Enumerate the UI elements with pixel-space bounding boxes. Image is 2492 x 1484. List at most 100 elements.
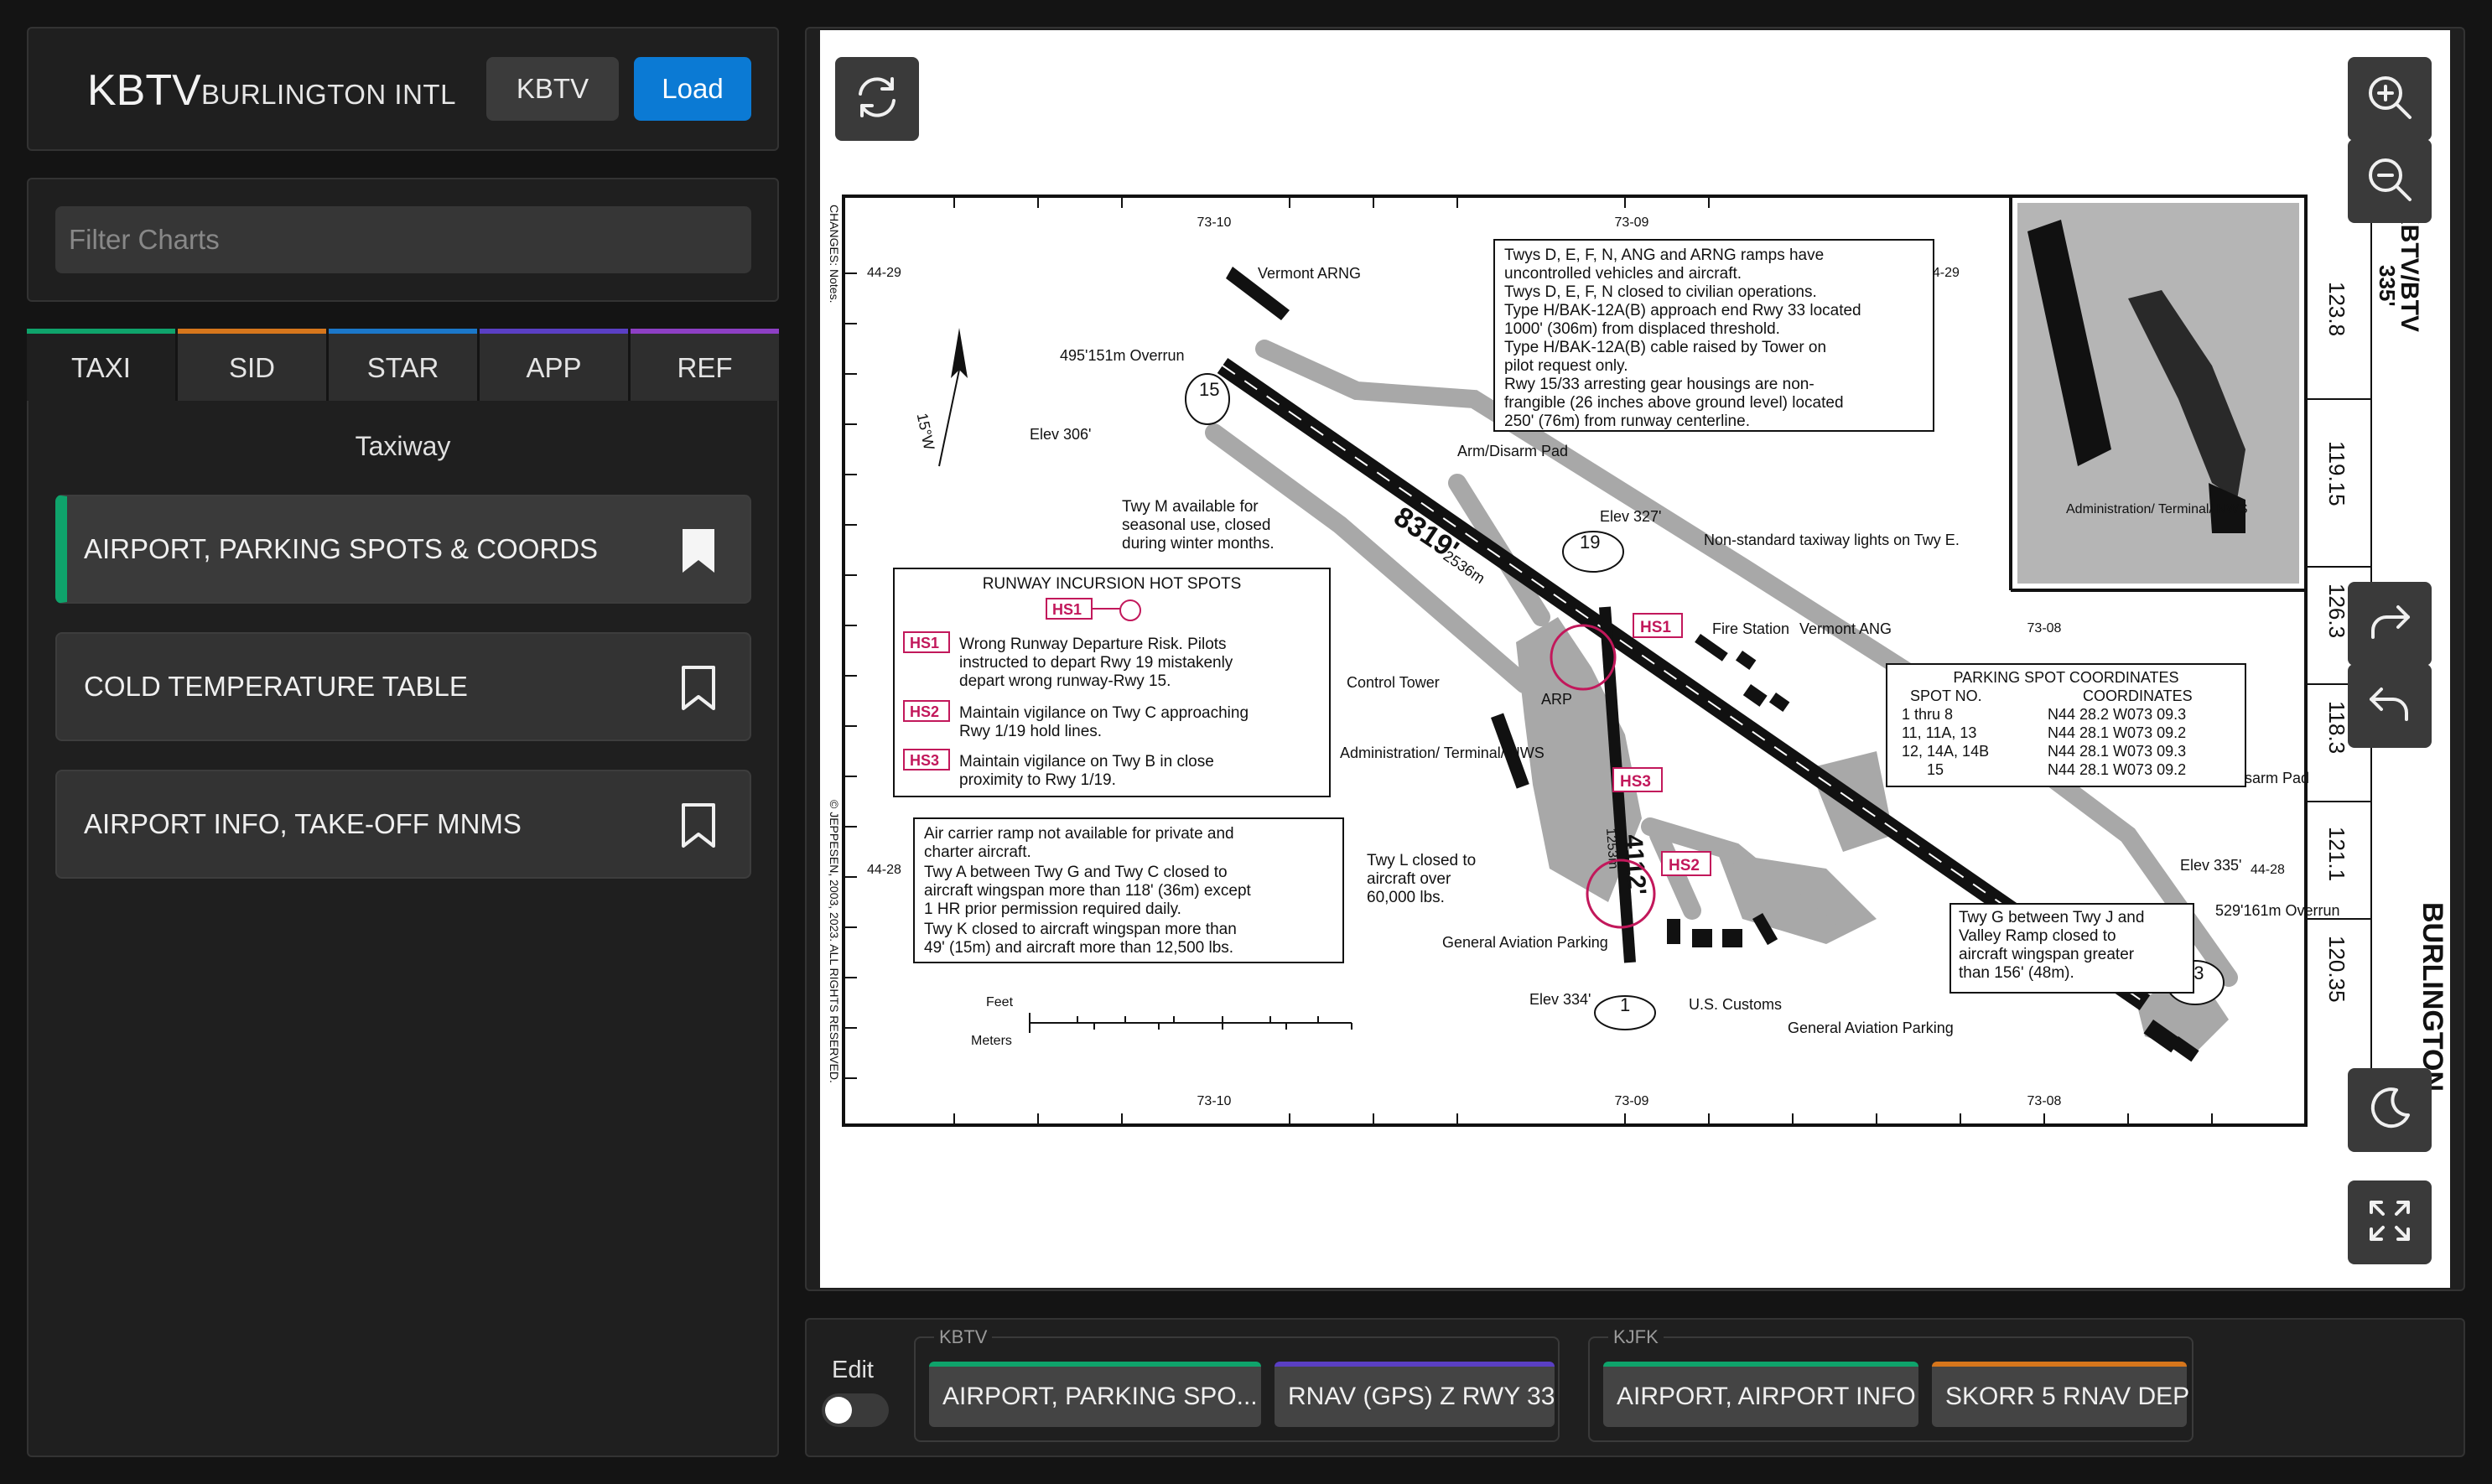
airport-code: KBTV	[87, 66, 201, 115]
freq-clearance: 119.15	[2324, 441, 2349, 506]
svg-text:instructed to depart Rwy 19 mi: instructed to depart Rwy 19 mistakenly	[959, 654, 1233, 672]
fullscreen-button[interactable]	[2348, 1180, 2432, 1264]
lat-label-bottom-right: 44-28	[2251, 863, 2285, 877]
tab-sid[interactable]: SID	[178, 329, 326, 402]
zoom-out-button[interactable]	[2348, 139, 2432, 223]
svg-text:HS1: HS1	[1052, 601, 1082, 618]
chart-item[interactable]: AIRPORT INFO, TAKE-OFF MNMS	[55, 770, 751, 879]
svg-text:proximity to Rwy 1/19.: proximity to Rwy 1/19.	[959, 771, 1116, 789]
toggle-knob	[825, 1397, 852, 1424]
favorite-chart-button[interactable]: AIRPORT, PARKING SPO...	[929, 1362, 1261, 1427]
vermont-ang: Vermont ANG	[1799, 620, 1892, 637]
bookmark-icon[interactable]	[679, 802, 718, 854]
filter-charts-input[interactable]	[55, 206, 751, 273]
svg-text:N44 28.1 W073 09.2: N44 28.1 W073 09.2	[2048, 724, 2186, 741]
undo-button[interactable]	[2348, 664, 2432, 748]
svg-text:Administration/ Terminal/ NWS: Administration/ Terminal/ NWS	[2066, 502, 2248, 516]
svg-text:N44 28.1 W073 09.2: N44 28.1 W073 09.2	[2048, 761, 2186, 778]
bookmark-icon[interactable]	[679, 664, 718, 717]
edit-label: Edit	[832, 1357, 874, 1383]
svg-text:60,000 lbs.: 60,000 lbs.	[1367, 889, 1445, 906]
svg-text:uncontrolled vehicles and airc: uncontrolled vehicles and aircraft.	[1504, 265, 1742, 283]
svg-text:HS1: HS1	[910, 635, 939, 651]
favorite-chart-button[interactable]: RNAV (GPS) Z RWY 33	[1275, 1362, 1555, 1427]
lon-label-mid-bottom: 73-09	[1615, 1094, 1649, 1108]
airport-header: KBTV BURLINGTON INTL KBTV Load	[27, 27, 779, 151]
edit-toggle[interactable]	[822, 1393, 889, 1427]
svg-text:Twy M available for: Twy M available for	[1122, 498, 1259, 516]
hotspots-title: RUNWAY INCURSION HOT SPOTS	[983, 575, 1242, 593]
group-airport-label: KBTV	[934, 1326, 993, 1348]
svg-text:11, 11A, 13: 11, 11A, 13	[1902, 724, 1976, 741]
lon-label-left: 73-10	[1197, 215, 1232, 230]
chart-item[interactable]: COLD TEMPERATURE TABLE	[55, 632, 751, 741]
tab-ref[interactable]: REF	[631, 329, 779, 402]
tab-app[interactable]: APP	[480, 329, 628, 402]
load-button[interactable]: Load	[634, 57, 751, 121]
hs3-tag: HS3	[1612, 767, 1663, 792]
zoom-in-button[interactable]	[2348, 57, 2432, 141]
redo-button[interactable]	[2348, 582, 2432, 666]
svg-text:HS3: HS3	[1620, 773, 1651, 791]
svg-text:HS3: HS3	[910, 752, 939, 769]
us-customs: U.S. Customs	[1689, 996, 1782, 1013]
svg-text:Rwy 1/19 hold lines.: Rwy 1/19 hold lines.	[959, 723, 1102, 740]
side-elev: 335'	[2375, 265, 2400, 307]
favorites-bar: Edit KBTV AIRPORT, PARKING SPO... RNAV (…	[805, 1318, 2465, 1457]
overrun-bottom: 529'161m Overrun	[2215, 902, 2340, 919]
chart-viewer: 73-10 73-09 73-10 73-09 73-08 73-08 44-2…	[805, 27, 2465, 1291]
svg-text:Twys D, E, F, N, ANG and ARNG: Twys D, E, F, N, ANG and ARNG ramps have	[1504, 246, 1824, 264]
zoom-in-icon	[2365, 72, 2415, 127]
group-airport-label: KJFK	[1608, 1326, 1664, 1348]
ga-parking-2: General Aviation Parking	[1442, 934, 1608, 951]
svg-text:PARKING SPOT COORDINATES: PARKING SPOT COORDINATES	[1953, 669, 2178, 686]
svg-text:1000' (306m) from displaced th: 1000' (306m) from displaced threshold.	[1504, 320, 1780, 338]
moon-icon	[2365, 1083, 2415, 1138]
nonstd-lights: Non-standard taxiway lights on Twy E.	[1704, 532, 1960, 548]
favorites-group-kbtv: KBTV AIRPORT, PARKING SPO... RNAV (GPS) …	[914, 1326, 1560, 1442]
bookmark-filled-icon[interactable]	[679, 527, 718, 579]
redo-icon	[2365, 597, 2415, 651]
svg-text:Wrong Runway Departure Risk. P: Wrong Runway Departure Risk. Pilots	[959, 636, 1227, 653]
hs2-tag: HS2	[1661, 851, 1711, 876]
tab-taxi[interactable]: TAXI	[27, 329, 175, 402]
svg-text:Type H/BAK-12A(B) approach end: Type H/BAK-12A(B) approach end Rwy 33 lo…	[1504, 302, 1861, 319]
airport-name: BURLINGTON INTL	[201, 79, 456, 110]
svg-text:Feet: Feet	[986, 995, 1014, 1009]
changes-text: CHANGES: Notes.	[828, 205, 841, 303]
svg-text:HS1: HS1	[1640, 619, 1671, 636]
svg-text:250' (76m) from runway centerl: 250' (76m) from runway centerline.	[1504, 413, 1750, 430]
elev-327: Elev 327'	[1600, 508, 1662, 525]
scale-bar: Feet Meters	[971, 995, 1352, 1048]
svg-text:Meters: Meters	[971, 1034, 1012, 1048]
chart-item[interactable]: AIRPORT, PARKING SPOTS & COORDS	[55, 495, 751, 604]
icao-button[interactable]: KBTV	[486, 57, 619, 121]
refresh-button[interactable]	[835, 57, 919, 141]
svg-text:charter aircraft.: charter aircraft.	[924, 843, 1031, 861]
svg-text:15: 15	[1927, 761, 1944, 778]
refresh-icon	[854, 74, 901, 125]
lon-label-mid: 73-09	[1615, 215, 1649, 230]
svg-text:seasonal use, closed: seasonal use, closed	[1122, 516, 1270, 534]
control-tower: Control Tower	[1347, 674, 1440, 691]
chart-item-label: AIRPORT INFO, TAKE-OFF MNMS	[84, 808, 522, 839]
svg-text:HS2: HS2	[910, 703, 939, 720]
svg-text:Twy L closed to: Twy L closed to	[1367, 852, 1476, 869]
svg-text:Maintain vigilance on Twy C ap: Maintain vigilance on Twy C approaching	[959, 704, 1249, 722]
night-mode-button[interactable]	[2348, 1068, 2432, 1152]
svg-text:pilot request only.: pilot request only.	[1504, 357, 1628, 375]
svg-text:Twy G between Twy J and: Twy G between Twy J and	[1959, 909, 2144, 926]
chart-category-tabs: TAXI SID STAR APP REF	[27, 329, 779, 402]
filter-panel	[27, 178, 779, 302]
chart-item-label: COLD TEMPERATURE TABLE	[84, 671, 468, 702]
favorite-chart-button[interactable]: AIRPORT, AIRPORT INFO	[1603, 1362, 1918, 1427]
svg-text:during winter months.: during winter months.	[1122, 535, 1275, 553]
north-arrow-icon: 15°W	[914, 328, 968, 467]
elev-335: Elev 335'	[2180, 857, 2242, 874]
chart-page[interactable]: 73-10 73-09 73-10 73-09 73-08 73-08 44-2…	[820, 30, 2450, 1288]
inset-map: Administration/ Terminal/ NWS	[2017, 203, 2299, 584]
lon-label-left-bottom: 73-10	[1197, 1094, 1232, 1108]
section-heading: Taxiway	[355, 431, 451, 461]
favorite-chart-button[interactable]: SKORR 5 RNAV DEP	[1932, 1362, 2189, 1427]
tab-star[interactable]: STAR	[329, 329, 477, 402]
